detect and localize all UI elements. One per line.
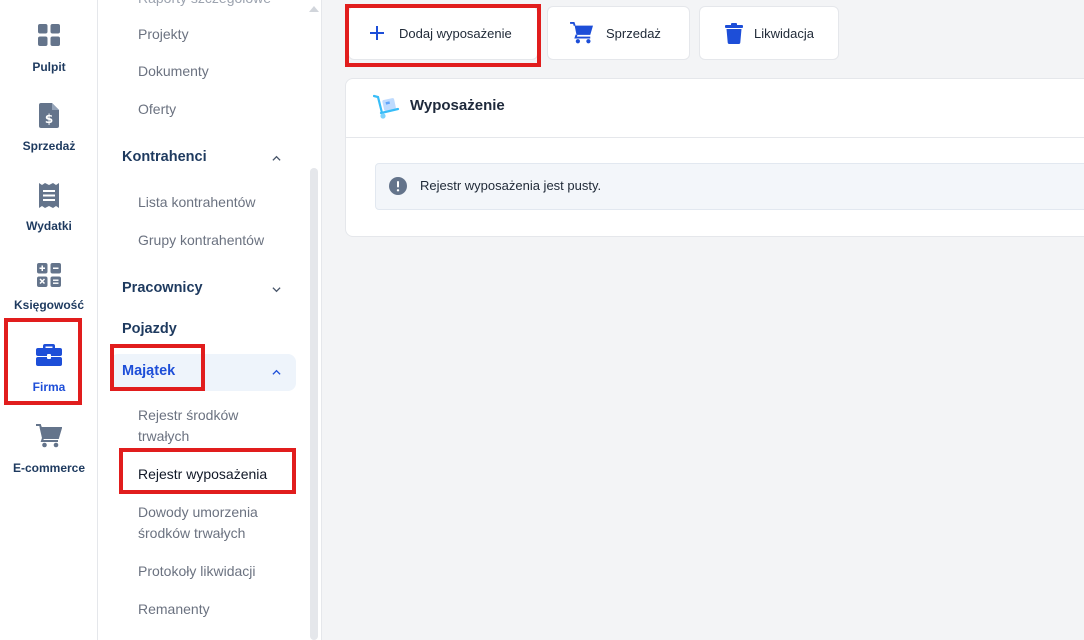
card-divider [346, 137, 1084, 138]
rail-label: Wydatki [26, 219, 72, 233]
liquidation-label: Likwidacja [754, 25, 814, 41]
chevron-up-icon[interactable] [272, 368, 281, 377]
submenu-link-dokumenty[interactable]: Dokumenty [138, 61, 209, 82]
add-equipment-label: Dodaj wyposażenie [399, 25, 512, 41]
rail-item-wydatki[interactable]: Wydatki [0, 181, 98, 261]
rail-label: E-commerce [12, 461, 86, 475]
submenu-link-rejestr-srodkow-2[interactable]: trwałych [138, 426, 189, 447]
submenu-link-dowody-umorzenia-2[interactable]: środków trwałych [138, 523, 245, 544]
rail-item-pulpit[interactable]: Pulpit [0, 22, 98, 102]
chevron-up-icon[interactable] [272, 154, 281, 163]
plus-icon [370, 26, 384, 40]
submenu-link-oferty[interactable]: Oferty [138, 99, 176, 120]
submenu-link-grupy-kontrahentow[interactable]: Grupy kontrahentów [138, 230, 264, 251]
chevron-down-icon[interactable] [272, 285, 281, 294]
submenu-group-kontrahenci[interactable]: Kontrahenci [122, 149, 207, 165]
rail-label: Księgowość [13, 298, 85, 312]
liquidation-button[interactable]: Likwidacja [699, 6, 839, 60]
submenu-link-remanenty[interactable]: Remanenty [138, 599, 210, 620]
rail-label: Firma [32, 380, 66, 394]
submenu-link-raporty[interactable]: Raporty szczegółowe [138, 0, 271, 9]
submenu-link-dowody-umorzenia-1[interactable]: Dowody umorzenia [138, 502, 258, 523]
svg-text:$: $ [45, 112, 53, 126]
invoice-dollar-icon: $ [39, 103, 59, 128]
add-equipment-button[interactable]: Dodaj wyposażenie [348, 6, 538, 60]
hand-truck-icon [373, 94, 400, 119]
submenu-link-rejestr-srodkow-1[interactable]: Rejestr środków [138, 405, 238, 426]
trash-icon [725, 22, 743, 44]
submenu-scrollbar[interactable] [310, 168, 318, 640]
rail-item-ecommerce[interactable]: E-commerce [0, 422, 98, 502]
rail-item-ksiegowosc[interactable]: Księgowość [0, 261, 98, 341]
calculator-icon [37, 263, 61, 287]
submenu-link-lista-kontrahentow[interactable]: Lista kontrahentów [138, 192, 256, 213]
empty-message: Rejestr wyposażenia jest pusty. [420, 178, 602, 193]
rail-item-sprzedaz[interactable]: $ Sprzedaż [0, 101, 98, 181]
submenu-link-rejestr-wyposazenia[interactable]: Rejestr wyposażenia [138, 464, 267, 485]
submenu-link-pojazdy[interactable]: Pojazdy [122, 321, 177, 337]
cart-icon [36, 424, 62, 448]
rail-label: Pulpit [32, 60, 66, 74]
scroll-up-arrow[interactable] [309, 6, 319, 12]
rail-label: Sprzedaż [22, 139, 76, 153]
submenu-group-pracownicy[interactable]: Pracownicy [122, 280, 203, 296]
info-icon [389, 177, 407, 195]
submenu-link-protokoly-likwidacji[interactable]: Protokoły likwidacji [138, 561, 255, 582]
submenu-panel [98, 0, 322, 640]
rail-item-firma[interactable]: Firma [0, 342, 98, 422]
sale-button[interactable]: Sprzedaż [547, 6, 690, 60]
submenu-link-projekty[interactable]: Projekty [138, 24, 189, 45]
receipt-icon [39, 183, 59, 208]
submenu-group-majatek[interactable]: Majątek [122, 363, 175, 379]
grid-icon [38, 24, 60, 46]
card-title: Wyposażenie [410, 97, 505, 114]
cart-icon [570, 22, 593, 44]
sale-label: Sprzedaż [606, 25, 661, 41]
briefcase-icon [36, 344, 62, 366]
